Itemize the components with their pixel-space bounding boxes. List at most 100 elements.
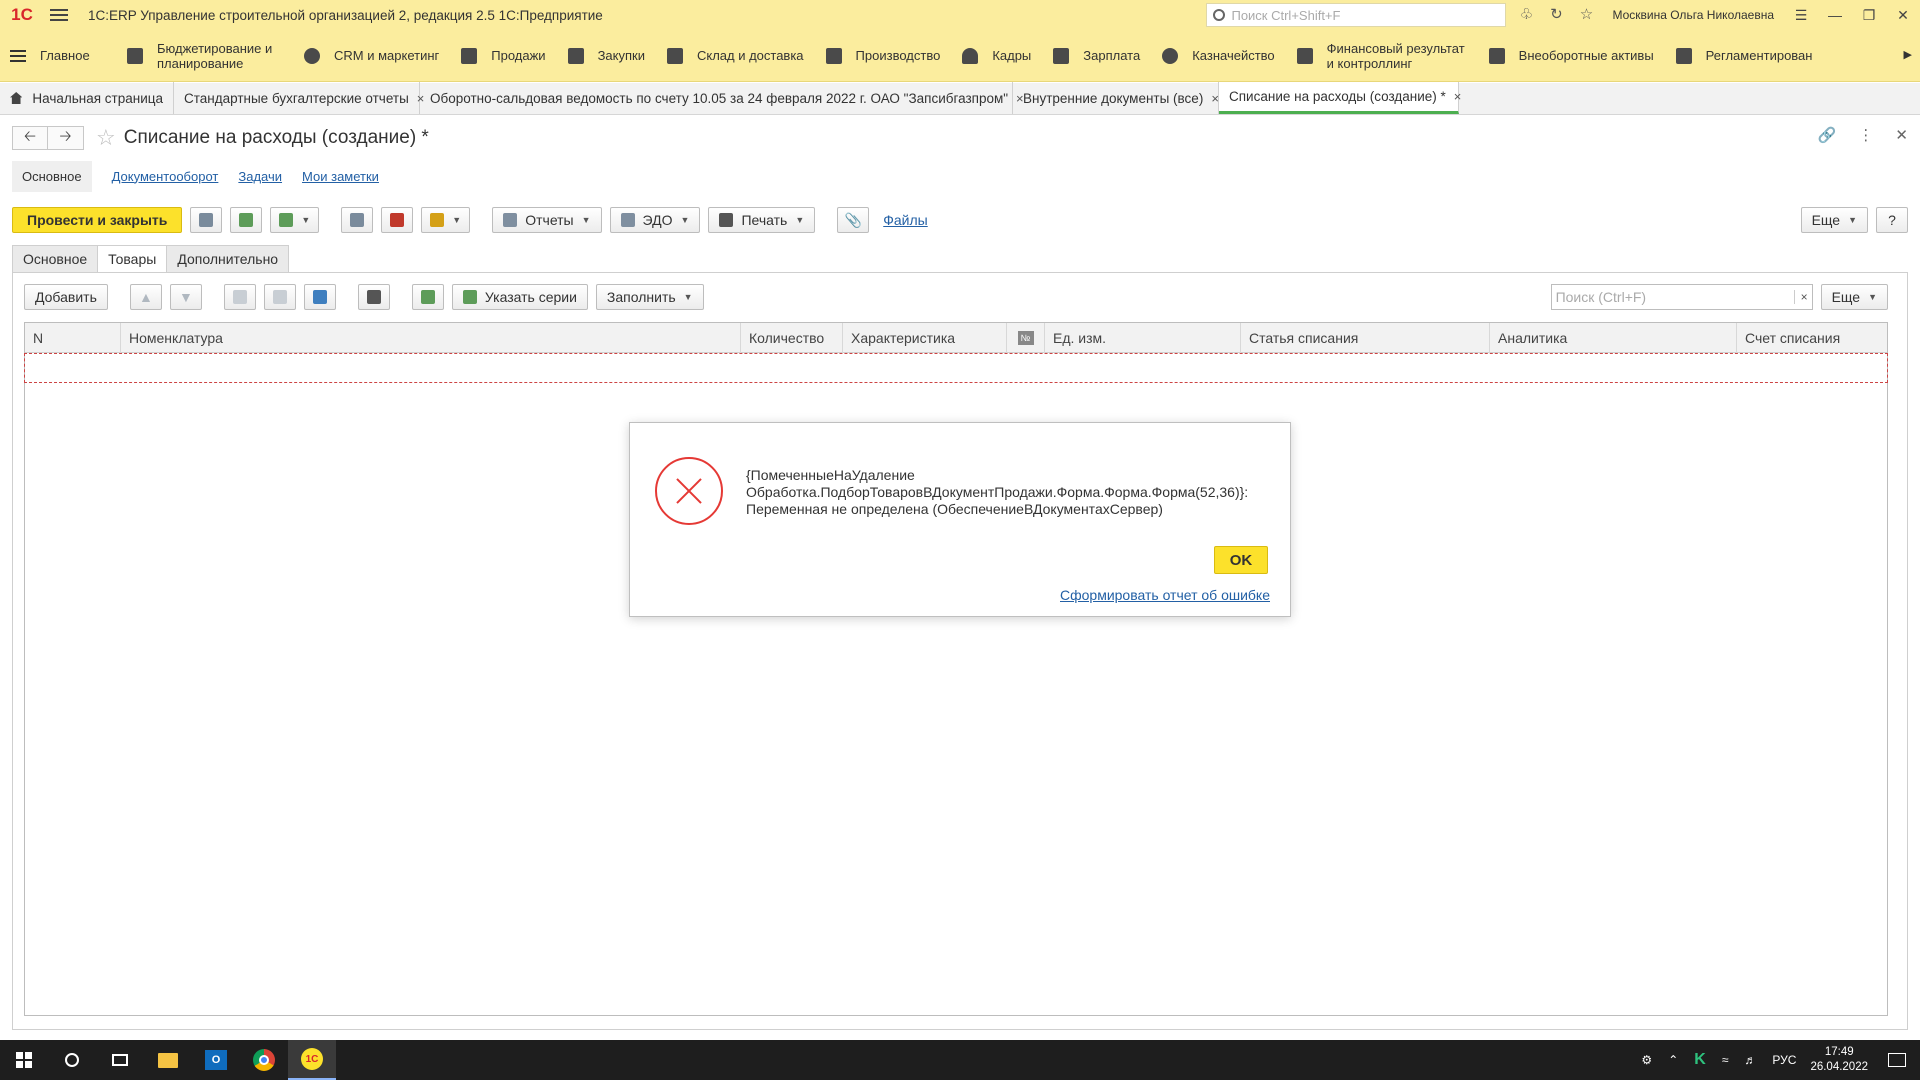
column-nomenclature[interactable]: Номенклатура bbox=[121, 323, 741, 353]
settings-menu-icon[interactable]: ☰ bbox=[1784, 7, 1818, 24]
section-financial-result[interactable]: Финансовый результат и контроллинг bbox=[1296, 41, 1467, 71]
volume-icon[interactable]: ♬ bbox=[1744, 1053, 1756, 1067]
column-write-off-item[interactable]: Статья списания bbox=[1241, 323, 1490, 353]
kaspersky-icon[interactable]: K bbox=[1694, 1051, 1706, 1069]
tab-goods[interactable]: Товары bbox=[97, 245, 168, 273]
postings-button[interactable] bbox=[381, 207, 414, 233]
tab-home[interactable]: Начальная страница bbox=[0, 82, 174, 114]
1c-app-button[interactable]: 1С bbox=[288, 1040, 336, 1080]
edo-button[interactable]: ЭДО ▼ bbox=[609, 207, 701, 233]
table-search-input[interactable]: Поиск (Ctrl+F) × bbox=[1550, 284, 1813, 310]
files-link[interactable]: Файлы bbox=[883, 212, 927, 228]
section-crm[interactable]: CRM и маркетинг bbox=[304, 47, 439, 64]
ok-button[interactable]: OK bbox=[1214, 546, 1268, 574]
section-salary[interactable]: Зарплата bbox=[1053, 47, 1140, 64]
back-button[interactable]: 🡠 bbox=[12, 126, 48, 150]
current-user[interactable]: Москвина Ольга Николаевна bbox=[1612, 8, 1774, 22]
more-button[interactable]: Еще ▼ bbox=[1800, 207, 1868, 233]
tab-write-off-expenses[interactable]: Списание на расходы (создание) * × bbox=[1219, 82, 1462, 114]
close-icon[interactable]: × bbox=[1211, 91, 1219, 106]
add-row-button[interactable]: Добавить bbox=[24, 284, 108, 310]
save-button[interactable] bbox=[190, 207, 223, 233]
tab-additional[interactable]: Дополнительно bbox=[166, 245, 290, 273]
table-row[interactable] bbox=[24, 353, 1888, 383]
clock[interactable]: 17:49 26.04.2022 bbox=[1810, 1045, 1868, 1075]
table-command-bar: Добавить ▲ ▼ Указать серии Заполнить ▼ По… bbox=[24, 283, 1888, 311]
move-up-button[interactable]: ▲ bbox=[129, 284, 162, 310]
start-button[interactable] bbox=[0, 1040, 48, 1080]
column-series-number[interactable]: № bbox=[1007, 323, 1045, 353]
paste-button[interactable] bbox=[263, 284, 296, 310]
column-number[interactable]: N bbox=[25, 323, 121, 353]
wifi-icon[interactable]: ≈ bbox=[1722, 1053, 1729, 1067]
section-treasury[interactable]: Казначейство bbox=[1162, 47, 1275, 64]
more-vertical-icon[interactable]: ⋮ bbox=[1858, 126, 1873, 144]
nav-main[interactable]: Основное bbox=[12, 160, 92, 192]
post-and-close-button[interactable]: Провести и закрыть bbox=[12, 207, 183, 233]
favorite-star-icon[interactable]: ☆ bbox=[96, 125, 116, 151]
barcode-button[interactable] bbox=[357, 284, 390, 310]
related-docs-button[interactable]: ▼ bbox=[421, 207, 471, 233]
column-unit[interactable]: Ед. изм. bbox=[1045, 323, 1241, 353]
copy-button[interactable] bbox=[223, 284, 256, 310]
section-hr[interactable]: Кадры bbox=[962, 47, 1031, 64]
favorites-star-icon[interactable]: ☆ bbox=[1578, 7, 1594, 23]
link-icon[interactable]: 🔗 bbox=[1818, 126, 1837, 144]
section-production[interactable]: Производство bbox=[825, 47, 940, 64]
close-form-icon[interactable]: ✕ bbox=[1895, 126, 1908, 144]
scroll-right-icon[interactable]: ▶ bbox=[1904, 48, 1912, 61]
main-menu-icon[interactable] bbox=[44, 9, 74, 21]
column-write-off-account[interactable]: Счет списания bbox=[1737, 323, 1887, 353]
post-button[interactable] bbox=[230, 207, 263, 233]
bell-icon[interactable]: ♧ bbox=[1518, 7, 1534, 23]
close-window-button[interactable]: ✕ bbox=[1886, 7, 1920, 24]
attach-button[interactable]: 📎 bbox=[837, 207, 870, 233]
explorer-button[interactable] bbox=[144, 1040, 192, 1080]
select-goods-button[interactable] bbox=[411, 284, 444, 310]
tab-internal-documents[interactable]: Внутренние документы (все) × bbox=[1013, 82, 1219, 114]
task-view-button[interactable] bbox=[96, 1040, 144, 1080]
restore-button[interactable]: ❐ bbox=[1852, 7, 1886, 24]
tab-turnover-statement[interactable]: Оборотно-сальдовая ведомость по счету 10… bbox=[420, 82, 1024, 114]
tray-expand-icon[interactable]: ⌃ bbox=[1668, 1053, 1678, 1067]
people-icon[interactable]: ⚙ bbox=[1641, 1053, 1652, 1067]
chrome-button[interactable] bbox=[240, 1040, 288, 1080]
close-icon[interactable]: × bbox=[1454, 89, 1462, 104]
tab-main[interactable]: Основное bbox=[12, 245, 99, 273]
create-based-on-button[interactable]: ▼ bbox=[270, 207, 320, 233]
distribute-button[interactable] bbox=[303, 284, 336, 310]
section-fixed-assets[interactable]: Внеоборотные активы bbox=[1488, 47, 1654, 64]
specify-series-button[interactable]: Указать серии bbox=[451, 284, 588, 310]
history-icon[interactable]: ↻ bbox=[1548, 7, 1564, 23]
outlook-button[interactable]: O bbox=[192, 1040, 240, 1080]
section-warehouse[interactable]: Склад и доставка bbox=[666, 47, 804, 64]
structure-button[interactable] bbox=[341, 207, 374, 233]
form-navigation: Основное Документооборот Задачи Мои заме… bbox=[12, 160, 399, 192]
tab-standard-reports[interactable]: Стандартные бухгалтерские отчеты × bbox=[174, 82, 424, 114]
column-quantity[interactable]: Количество bbox=[741, 323, 843, 353]
print-button[interactable]: Печать ▼ bbox=[708, 207, 816, 233]
section-regulated[interactable]: Регламентирован bbox=[1675, 47, 1812, 64]
minimize-button[interactable]: — bbox=[1818, 7, 1852, 23]
nav-my-notes[interactable]: Мои заметки bbox=[302, 169, 379, 184]
help-button[interactable]: ? bbox=[1876, 207, 1908, 233]
column-analytics[interactable]: Аналитика bbox=[1490, 323, 1737, 353]
error-report-link[interactable]: Сформировать отчет об ошибке bbox=[1060, 587, 1270, 603]
section-budgeting[interactable]: Бюджетирование и планирование bbox=[127, 41, 282, 71]
section-sales[interactable]: Продажи bbox=[461, 47, 546, 64]
forward-button[interactable]: 🡢 bbox=[48, 126, 84, 150]
taskbar-search-button[interactable] bbox=[48, 1040, 96, 1080]
global-search-input[interactable]: Поиск Ctrl+Shift+F bbox=[1206, 3, 1507, 27]
section-purchases[interactable]: Закупки bbox=[567, 47, 645, 64]
reports-button[interactable]: Отчеты ▼ bbox=[492, 207, 602, 233]
nav-document-flow[interactable]: Документооборот bbox=[112, 169, 219, 184]
move-down-button[interactable]: ▼ bbox=[169, 284, 202, 310]
section-main[interactable]: Главное bbox=[10, 48, 105, 64]
notifications-icon[interactable] bbox=[1888, 1053, 1906, 1067]
nav-tasks[interactable]: Задачи bbox=[238, 169, 282, 184]
fill-button[interactable]: Заполнить ▼ bbox=[595, 284, 704, 310]
column-characteristic[interactable]: Характеристика bbox=[843, 323, 1007, 353]
language-indicator[interactable]: РУС bbox=[1772, 1053, 1796, 1067]
clear-search-icon[interactable]: × bbox=[1793, 290, 1808, 304]
table-more-button[interactable]: Еще ▼ bbox=[1820, 284, 1888, 310]
